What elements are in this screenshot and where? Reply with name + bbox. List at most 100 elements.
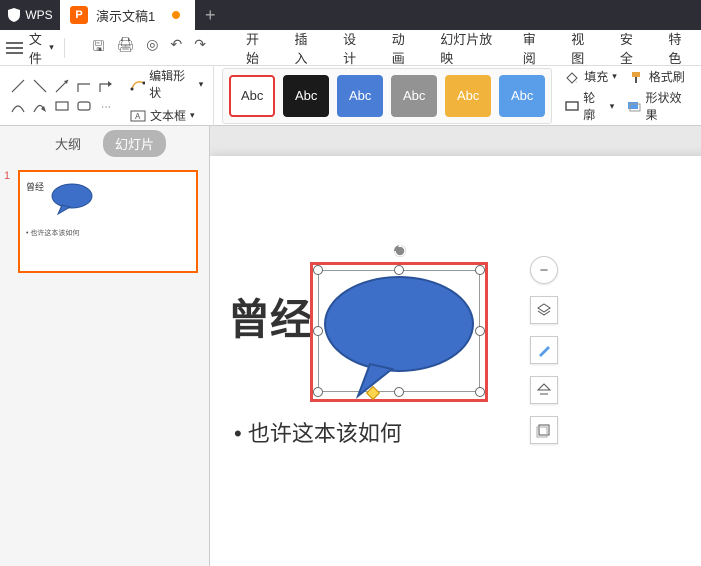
quick-access: 🖫 🖨 ◎ ↶ ↷ [93, 36, 206, 60]
edit-shape-icon [130, 77, 145, 91]
shape-gallery: ⋯ [6, 74, 118, 118]
chevron-down-icon: ▾ [49, 42, 54, 53]
redo-icon[interactable]: ↷ [194, 36, 206, 60]
slide-bullet[interactable]: • 也许这本该如何 [234, 416, 402, 448]
tab-outline[interactable]: 大纲 [43, 130, 93, 157]
callout-shape-icon[interactable] [322, 274, 476, 399]
outline-label: 轮廓 [583, 89, 606, 123]
file-menu[interactable]: 文件 ▾ [29, 29, 54, 67]
style-swatch-blue[interactable]: Abc [337, 75, 383, 117]
menu-animation[interactable]: 动画 [382, 21, 425, 75]
tab-title: 演示文稿1 [96, 6, 155, 25]
crop-icon [536, 382, 552, 398]
resize-handle-ml[interactable] [313, 326, 323, 336]
presentation-icon: P [70, 6, 88, 24]
menu-tabs: 开始 插入 设计 动画 幻灯片放映 审阅 视图 安全 特色 [236, 21, 701, 75]
roundrect-shape-icon[interactable] [76, 98, 92, 114]
curve-shape-icon[interactable] [10, 98, 26, 114]
canvas-area[interactable]: 曾经 • 也许这本该如何 − [210, 126, 701, 566]
textbox-tool[interactable]: A 文本框 ▾ [130, 107, 203, 124]
arrow-shape-icon[interactable] [54, 78, 70, 94]
style-swatch-black[interactable]: Abc [283, 75, 329, 117]
line2-shape-icon[interactable] [32, 78, 48, 94]
shape-tools: 编辑形状 ▾ A 文本框 ▾ [126, 63, 214, 128]
preview-icon[interactable]: ◎ [146, 36, 158, 60]
shape-effect-label: 形状效果 [645, 89, 691, 123]
more-shapes-icon[interactable]: ⋯ [98, 98, 114, 114]
style-swatch-outline[interactable]: Abc [229, 75, 275, 117]
minus-icon: − [540, 262, 549, 279]
chevron-down-icon: ▾ [190, 110, 195, 121]
wps-label: WPS [25, 8, 52, 22]
file-label: 文件 [29, 29, 47, 67]
style-gallery: Abc Abc Abc Abc Abc Abc [222, 68, 552, 124]
frame-button[interactable] [530, 416, 558, 444]
svg-text:A: A [135, 112, 141, 121]
textbox-label: 文本框 [150, 107, 186, 124]
sidepane: 大纲 幻灯片 1 曾经 • 也许这本该如何 [0, 126, 210, 566]
divider [64, 38, 65, 58]
body: 大纲 幻灯片 1 曾经 • 也许这本该如何 曾经 • 也许这本该如何 [0, 126, 701, 566]
resize-handle-bl[interactable] [313, 387, 323, 397]
swatch-label: Abc [349, 88, 371, 103]
wps-logo[interactable]: WPS [0, 0, 60, 30]
menu-left: 文件 ▾ 🖫 🖨 ◎ ↶ ↷ [0, 29, 206, 67]
document-tab[interactable]: P 演示文稿1 [60, 0, 195, 30]
print-icon[interactable]: 🖨 [116, 36, 134, 60]
thumb-title: 曾经 [26, 180, 44, 193]
swatch-label: Abc [241, 88, 263, 103]
layers-button[interactable] [530, 296, 558, 324]
swatch-label: Abc [511, 88, 533, 103]
ribbon: ⋯ 编辑形状 ▾ A 文本框 ▾ Abc Abc Abc Abc Abc Abc… [0, 66, 701, 126]
resize-handle-bm[interactable] [394, 387, 404, 397]
outline-tool[interactable]: 轮廓▾ [564, 89, 614, 123]
chevron-down-icon: ▾ [199, 79, 204, 90]
menu-slideshow[interactable]: 幻灯片放映 [430, 21, 506, 75]
style-swatch-orange[interactable]: Abc [445, 75, 491, 117]
undo-icon[interactable]: ↶ [170, 36, 182, 60]
add-tab-button[interactable]: + [195, 0, 225, 30]
line-shape-icon[interactable] [10, 78, 26, 94]
tab-slides[interactable]: 幻灯片 [103, 130, 166, 157]
elbow-arrow-shape-icon[interactable] [98, 78, 114, 94]
style-swatch-lightblue[interactable]: Abc [499, 75, 545, 117]
menu-start[interactable]: 开始 [236, 21, 279, 75]
hamburger-icon[interactable] [6, 42, 23, 54]
menu-design[interactable]: 设计 [333, 21, 376, 75]
shape-effect-tool[interactable]: 形状效果 [626, 89, 691, 123]
menubar: 文件 ▾ 🖫 🖨 ◎ ↶ ↷ 开始 插入 设计 动画 幻灯片放映 审阅 视图 安… [0, 30, 701, 66]
menu-insert[interactable]: 插入 [285, 21, 328, 75]
swatch-label: Abc [457, 88, 479, 103]
side-tabs: 大纲 幻灯片 [0, 126, 209, 160]
slide-thumbnail[interactable]: 曾经 • 也许这本该如何 [18, 170, 198, 273]
pen-icon [536, 342, 552, 358]
textbox-icon: A [130, 109, 146, 123]
thumb-wrap: 1 曾经 • 也许这本该如何 [0, 160, 209, 283]
rotate-handle-icon[interactable] [393, 244, 407, 258]
menu-security[interactable]: 安全 [610, 21, 653, 75]
menu-view[interactable]: 视图 [561, 21, 604, 75]
edit-shape-tool[interactable]: 编辑形状 ▾ [130, 67, 203, 101]
swatch-label: Abc [403, 88, 425, 103]
thumb-callout-icon [50, 182, 94, 216]
resize-handle-tl[interactable] [313, 265, 323, 275]
resize-handle-mr[interactable] [475, 326, 485, 336]
effect-icon [626, 99, 641, 113]
outline-icon [564, 99, 579, 113]
save-icon[interactable]: 🖫 [93, 36, 105, 60]
crop-button[interactable] [530, 376, 558, 404]
elbow-shape-icon[interactable] [76, 78, 92, 94]
slide[interactable]: 曾经 • 也许这本该如何 [210, 156, 701, 566]
menu-review[interactable]: 审阅 [513, 21, 556, 75]
resize-handle-br[interactable] [475, 387, 485, 397]
curve-arrow-shape-icon[interactable] [32, 98, 48, 114]
collapse-button[interactable]: − [530, 256, 558, 284]
pen-button[interactable] [530, 336, 558, 364]
slide-title[interactable]: 曾经 [228, 286, 312, 347]
resize-handle-tr[interactable] [475, 265, 485, 275]
resize-handle-tm[interactable] [394, 265, 404, 275]
frame-icon [536, 422, 552, 438]
menu-feature[interactable]: 特色 [658, 21, 701, 75]
rect-shape-icon[interactable] [54, 98, 70, 114]
style-swatch-gray[interactable]: Abc [391, 75, 437, 117]
